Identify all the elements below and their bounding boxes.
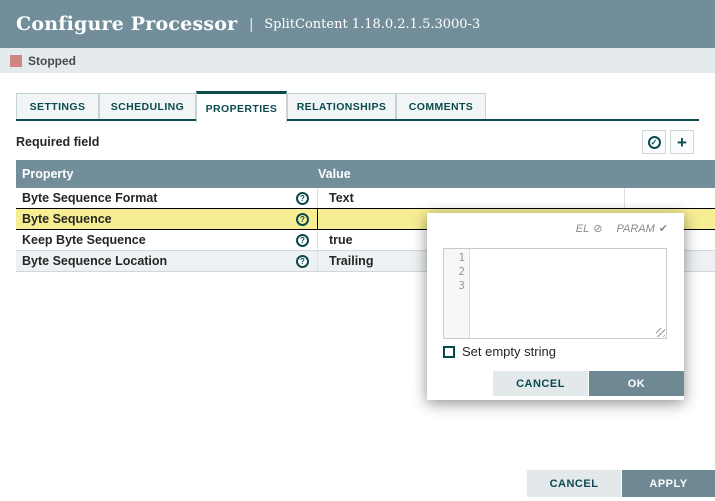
set-empty-string-checkbox[interactable] bbox=[443, 346, 455, 358]
value-cell[interactable]: Text bbox=[318, 188, 625, 208]
editor-line-numbers: 1 2 3 bbox=[444, 249, 470, 338]
param-label: PARAM bbox=[616, 223, 654, 235]
tab-scheduling[interactable]: SCHEDULING bbox=[99, 93, 196, 120]
property-cell: Byte Sequence ? bbox=[16, 209, 318, 229]
property-name: Keep Byte Sequence bbox=[22, 233, 146, 247]
configure-processor-dialog: Configure Processor | SplitContent 1.18.… bbox=[0, 0, 715, 501]
dialog-title: Configure Processor bbox=[16, 13, 237, 35]
param-supported-icon: ✔ bbox=[659, 222, 668, 235]
property-name: Byte Sequence Location bbox=[22, 254, 167, 268]
help-icon[interactable]: ? bbox=[296, 234, 309, 247]
line-number: 2 bbox=[444, 265, 465, 279]
dialog-cancel-button[interactable]: CANCEL bbox=[527, 470, 621, 497]
tab-relationships[interactable]: RELATIONSHIPS bbox=[287, 93, 396, 120]
status-bar: Stopped bbox=[0, 48, 715, 73]
help-icon[interactable]: ? bbox=[296, 192, 309, 205]
popup-cancel-button[interactable]: CANCEL bbox=[493, 371, 588, 396]
tab-strip-underline bbox=[16, 119, 699, 121]
line-number: 3 bbox=[444, 279, 465, 293]
dialog-apply-button[interactable]: APPLY bbox=[622, 470, 715, 497]
properties-table-header: Property Value bbox=[16, 160, 715, 188]
tab-comments-label: COMMENTS bbox=[409, 101, 473, 113]
set-empty-string-label: Set empty string bbox=[462, 344, 556, 359]
processor-name-version: SplitContent 1.18.0.2.1.5.3000-3 bbox=[264, 17, 480, 32]
help-icon[interactable]: ? bbox=[296, 213, 309, 226]
column-header-value: Value bbox=[318, 167, 351, 181]
property-cell: Byte Sequence Format ? bbox=[16, 188, 318, 208]
stopped-icon bbox=[10, 55, 22, 67]
el-indicator: EL ⊘ bbox=[576, 222, 603, 235]
property-cell: Keep Byte Sequence ? bbox=[16, 230, 318, 250]
tab-scheduling-label: SCHEDULING bbox=[111, 101, 184, 113]
line-number: 1 bbox=[444, 251, 465, 265]
value-code-editor[interactable]: 1 2 3 bbox=[443, 248, 667, 339]
property-cell: Byte Sequence Location ? bbox=[16, 251, 318, 271]
tab-comments[interactable]: COMMENTS bbox=[396, 93, 486, 120]
dialog-header: Configure Processor | SplitContent 1.18.… bbox=[0, 0, 715, 48]
help-icon[interactable]: ? bbox=[296, 255, 309, 268]
editor-text-area[interactable] bbox=[470, 249, 666, 338]
title-separator: | bbox=[249, 16, 253, 33]
table-row-byte-sequence-format[interactable]: Byte Sequence Format ? Text bbox=[16, 188, 715, 209]
popup-ok-button[interactable]: OK bbox=[589, 371, 684, 396]
property-name: Byte Sequence bbox=[22, 212, 112, 226]
value-editor-popup: EL ⊘ PARAM ✔ 1 2 3 Set empty string CANC… bbox=[427, 213, 684, 400]
actions-cell bbox=[625, 188, 715, 208]
verify-check-icon: ✓ bbox=[648, 136, 661, 149]
tab-relationships-label: RELATIONSHIPS bbox=[297, 101, 387, 113]
property-name: Byte Sequence Format bbox=[22, 191, 157, 205]
el-label: EL bbox=[576, 223, 589, 235]
set-empty-string-row: Set empty string bbox=[443, 344, 556, 359]
el-param-indicators: EL ⊘ PARAM ✔ bbox=[576, 222, 668, 235]
verify-properties-button[interactable]: ✓ bbox=[642, 130, 666, 154]
editor-resize-handle[interactable] bbox=[656, 328, 665, 337]
add-property-button[interactable]: + bbox=[670, 130, 694, 154]
tab-properties-label: PROPERTIES bbox=[206, 103, 278, 115]
el-unsupported-icon: ⊘ bbox=[593, 222, 602, 235]
param-indicator: PARAM ✔ bbox=[616, 222, 668, 235]
required-field-label: Required field bbox=[16, 135, 99, 149]
status-label: Stopped bbox=[28, 54, 76, 68]
plus-icon: + bbox=[677, 134, 687, 151]
tab-settings-label: SETTINGS bbox=[30, 101, 86, 113]
column-header-property: Property bbox=[16, 167, 318, 181]
tab-settings[interactable]: SETTINGS bbox=[16, 93, 99, 120]
tab-properties[interactable]: PROPERTIES bbox=[196, 91, 287, 123]
